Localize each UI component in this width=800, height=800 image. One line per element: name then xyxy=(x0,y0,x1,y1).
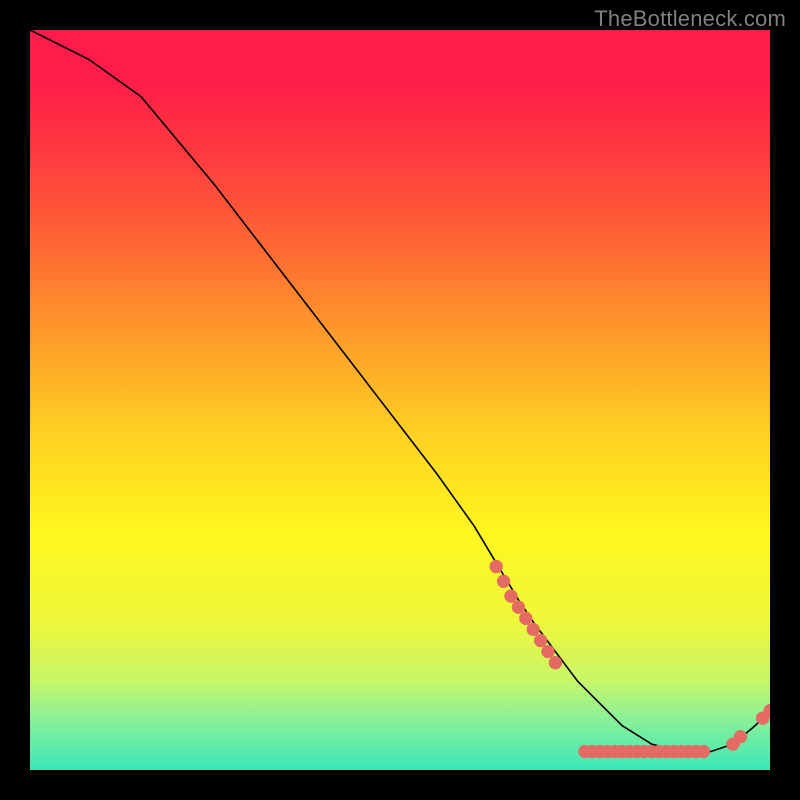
highlight-dot xyxy=(519,612,532,625)
plot-area xyxy=(30,30,770,770)
chart-stage: TheBottleneck.com xyxy=(0,0,800,800)
highlight-dot xyxy=(734,730,747,743)
highlight-dot xyxy=(490,560,503,573)
highlight-dot xyxy=(512,601,525,614)
highlight-dot xyxy=(697,745,710,758)
highlight-dot xyxy=(504,589,517,602)
chart-svg xyxy=(30,30,770,770)
highlight-dot xyxy=(534,634,547,647)
bottleneck-curve xyxy=(30,30,770,752)
highlight-dots xyxy=(490,560,770,758)
highlight-dot xyxy=(549,656,562,669)
highlight-dot xyxy=(497,575,510,588)
attribution-text: TheBottleneck.com xyxy=(594,6,786,32)
highlight-dot xyxy=(527,623,540,636)
highlight-dot xyxy=(541,645,554,658)
